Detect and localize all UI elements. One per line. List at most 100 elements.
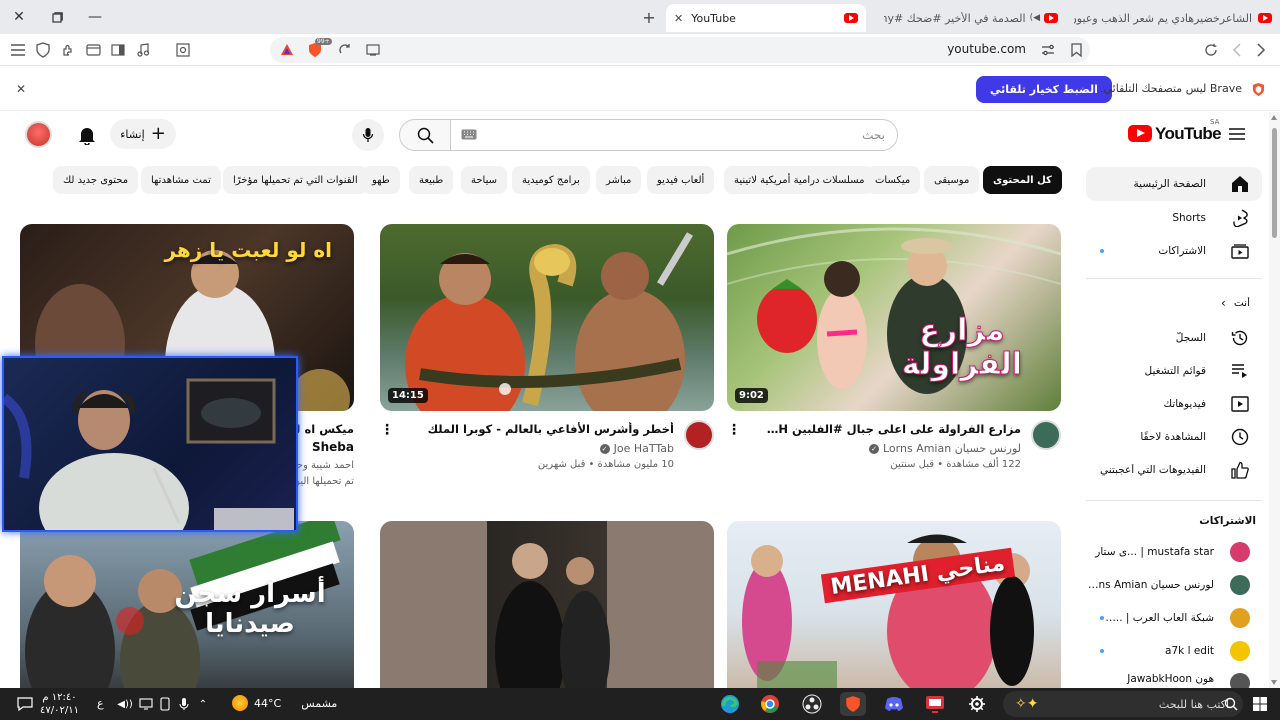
chip-video-games[interactable]: ألعاب فيديو [647,166,715,194]
video-card[interactable]: مزارع الفراولة 9:02 مزارع الفراولة على ا… [727,224,1061,484]
chip-music[interactable]: موسيقى [924,166,980,194]
more-options-icon[interactable]: ⋮ [727,422,741,438]
video-thumbnail[interactable] [380,521,714,688]
maximize-window-icon[interactable] [38,0,76,34]
cast-icon[interactable] [364,41,382,59]
sidebar-item-subscriptions[interactable]: الاشتراكات [1086,234,1262,268]
input-language-indicator[interactable]: ع [97,697,104,710]
shield-outline-icon[interactable] [34,41,52,59]
screenshot-icon[interactable] [174,41,192,59]
sidebar-item-shorts[interactable]: Shorts [1086,201,1262,235]
search-input[interactable]: بحث [450,119,898,151]
show-hidden-icons-icon[interactable]: ⌃ [196,698,210,710]
music-note-icon[interactable] [134,41,152,59]
notifications-center-icon[interactable] [16,696,34,712]
video-thumbnail[interactable]: أسرار سجن صيدنايا [20,521,354,688]
tab-youtube[interactable]: ✕ YouTube [666,4,866,32]
brave-shields-icon[interactable]: 99+ [304,38,332,59]
chip-live[interactable]: مباشر [596,166,642,194]
address-bar[interactable]: 99+ youtube.com [270,37,1090,63]
reload-icon[interactable] [1202,41,1220,59]
network-icon[interactable] [138,696,154,712]
chip-comedy[interactable]: برامج كوميدية [512,166,590,194]
video-thumbnail[interactable]: مناحي MENAHI [727,521,1061,688]
video-thumbnail[interactable]: 14:15 [380,224,714,411]
menu-icon[interactable] [9,41,27,59]
brave-rewards-icon[interactable] [278,41,296,59]
chip-cooking[interactable]: طهو [362,166,400,194]
taskbar-discord-icon[interactable] [881,692,907,716]
chip-mixes[interactable]: ميكسات [865,166,921,194]
sidebar-sub-lorns-amian[interactable]: لورنس حسيان Lorns Amian... [1086,568,1262,602]
more-options-icon[interactable]: ⋮ [380,422,394,438]
channel-name[interactable]: Joe HaTTab [614,442,674,455]
chip-watched[interactable]: تمت مشاهدتها [141,166,221,194]
chip-new-for-you[interactable]: محتوى جديد لك [53,166,139,194]
back-icon[interactable] [1252,41,1270,59]
sidebar-item-your-videos[interactable]: فيديوهاتك [1086,387,1262,421]
sidebar-sub-jawabkhoon[interactable]: هون JawabkHoon [1086,667,1262,689]
sidebar-item-liked-videos[interactable]: الفيديوهات التي أعجبتني [1086,453,1262,487]
microphone-icon[interactable] [177,696,191,712]
taskbar-clock[interactable]: ١٢:٤٠ م ٤٧/٠٢/١١ [40,691,79,717]
video-card[interactable]: 14:15 أخطر وأشرس الأفاعي بالعالم - كوبرا… [380,224,714,484]
guide-menu-icon[interactable] [1228,125,1246,143]
taskbar-recorder-icon[interactable] [922,692,948,716]
audio-icon[interactable]: ◀) [1030,13,1040,23]
tab-poetry-video[interactable]: الشاعرخضيرهادي يم شعر الذهب وعيون [1066,4,1280,32]
taskbar-obs-icon[interactable] [799,692,825,716]
notifications-bell-icon[interactable] [76,124,98,146]
extensions-icon[interactable] [59,41,77,59]
windows-start-icon[interactable] [1252,696,1268,712]
account-avatar[interactable] [25,121,52,148]
close-tab-icon[interactable]: ✕ [674,12,683,25]
new-tab-icon[interactable]: + [640,8,658,27]
wallet-icon[interactable] [84,41,102,59]
video-card[interactable] [380,521,714,688]
bookmark-icon[interactable] [1067,41,1085,59]
tab-funny-video[interactable]: ◀) الصدمة في الأخير #ضحك #funny [876,4,1066,32]
forward-icon[interactable] [1228,41,1246,59]
channel-avatar[interactable] [1031,420,1061,450]
video-card[interactable]: أسرار سجن صيدنايا [20,521,354,688]
taskbar-edge-icon[interactable] [717,692,743,716]
chip-recently-uploaded[interactable]: القنوات التي تم تحميلها مؤخرًا [223,166,368,194]
taskbar-chrome-icon[interactable] [757,692,783,716]
sidebar-item-home[interactable]: الصفحة الرئيسية [1086,167,1262,201]
taskbar-weather[interactable]: مشمس 44°C [232,695,337,711]
close-window-icon[interactable]: ✕ [0,0,38,34]
sidebar-sub-mustafa-star[interactable]: mustafa star | ...ى ستار [1086,535,1262,569]
chip-all[interactable]: كل المحتوى [983,166,1062,194]
close-banner-icon[interactable]: ✕ [14,82,28,96]
sidebar-item-watch-later[interactable]: المشاهدة لاحقًا [1086,420,1262,454]
sidebar-item-you[interactable]: أنت › [1086,286,1262,320]
scroll-up-arrow-icon[interactable] [1271,115,1277,120]
set-default-button[interactable]: الضبط كخيار تلقائي [976,76,1112,103]
scroll-down-arrow-icon[interactable] [1271,680,1277,685]
channel-name[interactable]: لورنس حسيان Lorns Amian [883,442,1021,455]
voice-search-icon[interactable] [352,119,384,151]
site-settings-icon[interactable] [1040,42,1056,58]
taskbar-brave-icon[interactable] [840,692,866,716]
url-text[interactable]: youtube.com [947,42,1026,56]
video-thumbnail[interactable]: مزارع الفراولة 9:02 [727,224,1061,411]
sidebar-item-playlists[interactable]: قوائم التشغيل [1086,354,1262,388]
taskbar-search-icon[interactable] [1223,696,1239,712]
minimize-window-icon[interactable]: — [76,0,114,34]
sidebar-sub-a7k-edit[interactable]: a7k l edit [1086,634,1262,668]
sidebar-sub-arab-games-network[interactable]: شبكة العاب العرب | ...rk [1086,601,1262,635]
chip-travel[interactable]: سياحة [461,166,507,194]
chip-nature[interactable]: طبيعة [409,166,454,194]
video-title[interactable]: أخطر وأشرس الأفاعي بالعالم - كوبرا الملك [414,422,674,436]
video-title[interactable]: مزارع الفراولة على اعلى جبال #الفلبين PH… [761,422,1021,436]
taskbar-settings-icon[interactable] [964,692,990,716]
channel-avatar[interactable] [684,420,714,450]
scrollbar-thumb[interactable] [1272,128,1277,238]
sidebar-item-history[interactable]: السجلّ [1086,321,1262,355]
chip-latin-dramas[interactable]: مسلسلات درامية أمريكية لاتينية [724,166,875,194]
search-button[interactable] [399,119,451,151]
device-icon[interactable] [158,696,172,712]
video-card[interactable]: مناحي MENAHI [727,521,1061,688]
sidebar-toggle-icon[interactable] [109,41,127,59]
share-icon[interactable] [336,41,354,59]
